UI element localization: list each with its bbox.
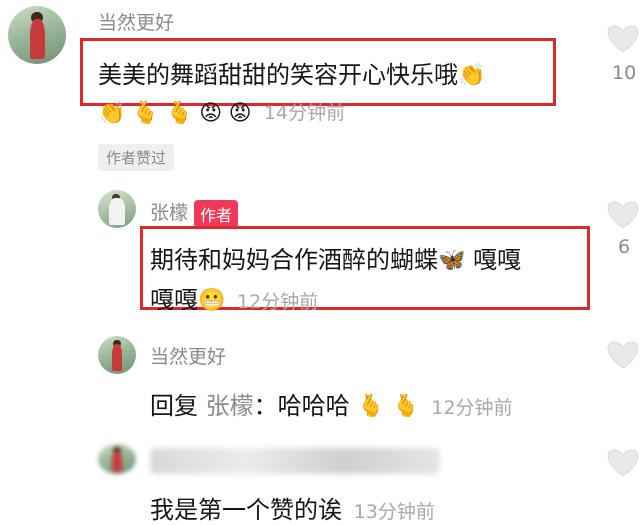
angry-face-emoji: 😡 bbox=[199, 100, 223, 126]
username[interactable]: 张檬 bbox=[150, 202, 188, 224]
comment-username: 张檬 作者 bbox=[150, 198, 239, 228]
comment-time: 14分钟前 bbox=[263, 102, 346, 124]
heart-outline-icon[interactable] bbox=[606, 340, 640, 370]
grimacing-face-emoji: 😬 bbox=[198, 288, 226, 313]
comment-text-line-1: 期待和妈妈合作酒醉的蝴蝶🦋 嘎嘎 bbox=[150, 246, 522, 274]
finger-heart-emoji: 🫰 bbox=[165, 100, 193, 126]
reply-to-user[interactable]: 张檬 bbox=[206, 392, 254, 420]
finger-heart-emoji: 🫰 bbox=[357, 394, 385, 419]
comment-text: 美美的舞蹈甜甜的笑容开心快乐哦👏 bbox=[98, 61, 486, 89]
avatar[interactable] bbox=[98, 336, 136, 374]
butterfly-emoji: 🦋 bbox=[438, 248, 466, 273]
clap-emoji: 👏 bbox=[98, 100, 126, 126]
comment-time: 13分钟前 bbox=[353, 501, 435, 523]
avatar[interactable] bbox=[8, 6, 66, 64]
comment-text: 我是第一个赞的诶 13分钟前 bbox=[150, 496, 435, 524]
heart-outline-icon[interactable] bbox=[606, 24, 640, 54]
comment-username[interactable]: 当然更好 bbox=[150, 342, 226, 369]
finger-heart-emoji: 🫰 bbox=[131, 100, 160, 126]
avatar[interactable] bbox=[98, 190, 136, 228]
like-count: 6 bbox=[618, 236, 631, 258]
author-liked-badge: 作者赞过 bbox=[98, 144, 175, 171]
angry-face-emoji: 😡 bbox=[228, 100, 252, 126]
blurred-username bbox=[150, 448, 440, 474]
comment-time: 12分钟前 bbox=[431, 397, 513, 419]
finger-heart-emoji: 🫰 bbox=[392, 394, 420, 419]
comment-text-line-2: 嘎嘎😬 12分钟前 bbox=[150, 286, 319, 314]
heart-outline-icon[interactable] bbox=[606, 200, 640, 230]
comment-username[interactable]: 当然更好 bbox=[98, 8, 174, 35]
comment-time: 12分钟前 bbox=[237, 291, 319, 313]
avatar[interactable] bbox=[98, 444, 136, 474]
heart-outline-icon[interactable] bbox=[606, 448, 640, 478]
clap-emoji: 👏 bbox=[458, 63, 486, 88]
comment-text: 回复 张檬：哈哈哈 🫰 🫰 12分钟前 bbox=[150, 392, 513, 420]
like-count: 10 bbox=[612, 62, 637, 84]
author-badge: 作者 bbox=[194, 199, 239, 228]
comment-reactions-row: 👏 🫰 🫰 😡 😡 14分钟前 bbox=[98, 98, 345, 125]
